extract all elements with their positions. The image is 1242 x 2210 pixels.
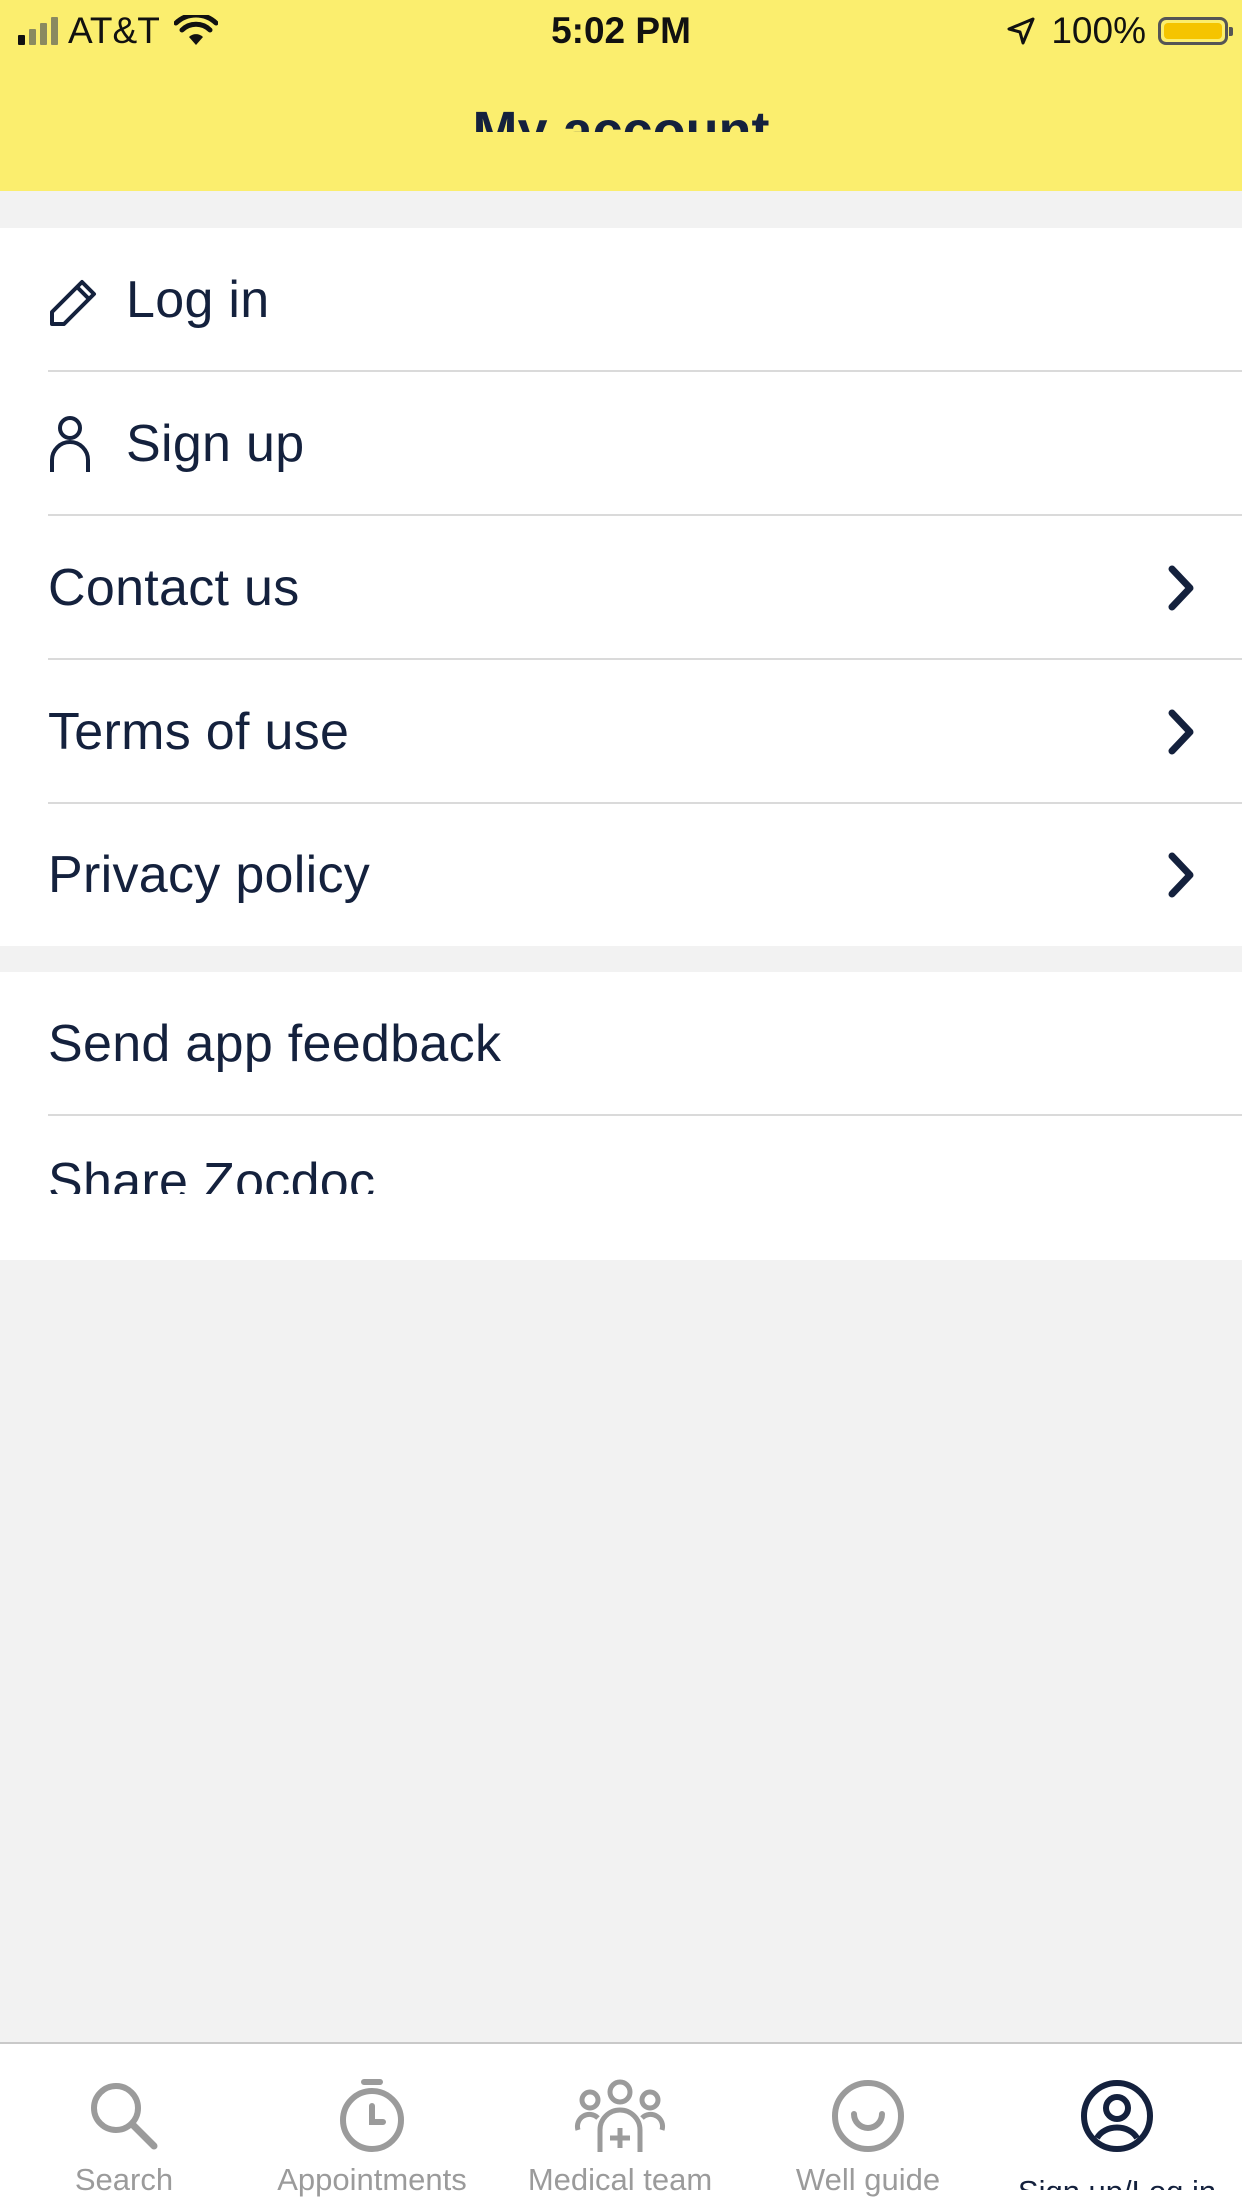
smile-icon (832, 2080, 904, 2152)
tab-label: Search (74, 2162, 174, 2197)
tab-label-clip: Sign up/Log in (992, 2162, 1242, 2190)
location-arrow-icon (1007, 17, 1035, 45)
menu-item-sign-up[interactable]: Sign up (0, 372, 1242, 516)
menu-item-share-zocdoc[interactable]: Share Zocdoc (0, 1116, 1242, 1260)
menu-item-contact-us[interactable]: Contact us (0, 516, 1242, 660)
app-menu-group: Send app feedback Share Zocdoc (0, 972, 1242, 1260)
status-right: 100% (1005, 10, 1233, 52)
person-icon (50, 416, 90, 472)
battery-icon (1158, 17, 1233, 45)
pencil-icon (50, 280, 96, 326)
tab-account[interactable]: Sign up/Log in (992, 2044, 1242, 2210)
account-icon (1081, 2080, 1153, 2152)
tab-appointments[interactable]: Appointments (248, 2044, 496, 2210)
menu-item-label: Contact us (48, 559, 300, 617)
chevron-right-icon (1168, 709, 1194, 755)
chevron-right-icon (1168, 565, 1194, 611)
medical-team-icon (574, 2079, 666, 2152)
menu-item-log-in[interactable]: Log in (0, 228, 1242, 372)
search-icon (91, 2083, 158, 2150)
status-bar: AT&T 5:02 PM 100% (0, 0, 1242, 62)
header: AT&T 5:02 PM 100% My account (0, 0, 1242, 191)
tab-bar: Search Appointments Medical team Well gu… (0, 2042, 1242, 2210)
menu-item-send-app-feedback[interactable]: Send app feedback (0, 972, 1242, 1116)
tab-medical-team[interactable]: Medical team (496, 2044, 744, 2210)
menu-item-label: Log in (126, 271, 270, 329)
tab-label: Appointments (277, 2162, 467, 2197)
menu-item-label: Share Zocdoc (48, 1153, 376, 1194)
account-menu-group: Log in Sign up Contact us Terms of use P… (0, 228, 1242, 946)
title-clip: My account (0, 96, 1242, 132)
menu-item-label: Terms of use (48, 703, 350, 761)
chevron-right-icon (1168, 852, 1194, 898)
tab-well-guide[interactable]: Well guide (744, 2044, 992, 2210)
tab-search[interactable]: Search (0, 2044, 248, 2210)
page-title: My account (472, 101, 770, 132)
clock-icon (340, 2079, 404, 2152)
menu-item-label: Send app feedback (48, 1015, 502, 1073)
menu-item-terms-of-use[interactable]: Terms of use (0, 660, 1242, 804)
tab-label: Sign up/Log in (992, 2174, 1242, 2190)
battery-percent: 100% (1051, 10, 1146, 51)
tab-label: Well guide (795, 2162, 941, 2197)
menu-item-label: Privacy policy (48, 846, 371, 904)
tab-label: Medical team (527, 2162, 713, 2197)
menu-item-label: Sign up (126, 415, 305, 473)
menu-item-privacy-policy[interactable]: Privacy policy (0, 804, 1242, 946)
share-clip: Share Zocdoc (0, 1116, 1242, 1194)
